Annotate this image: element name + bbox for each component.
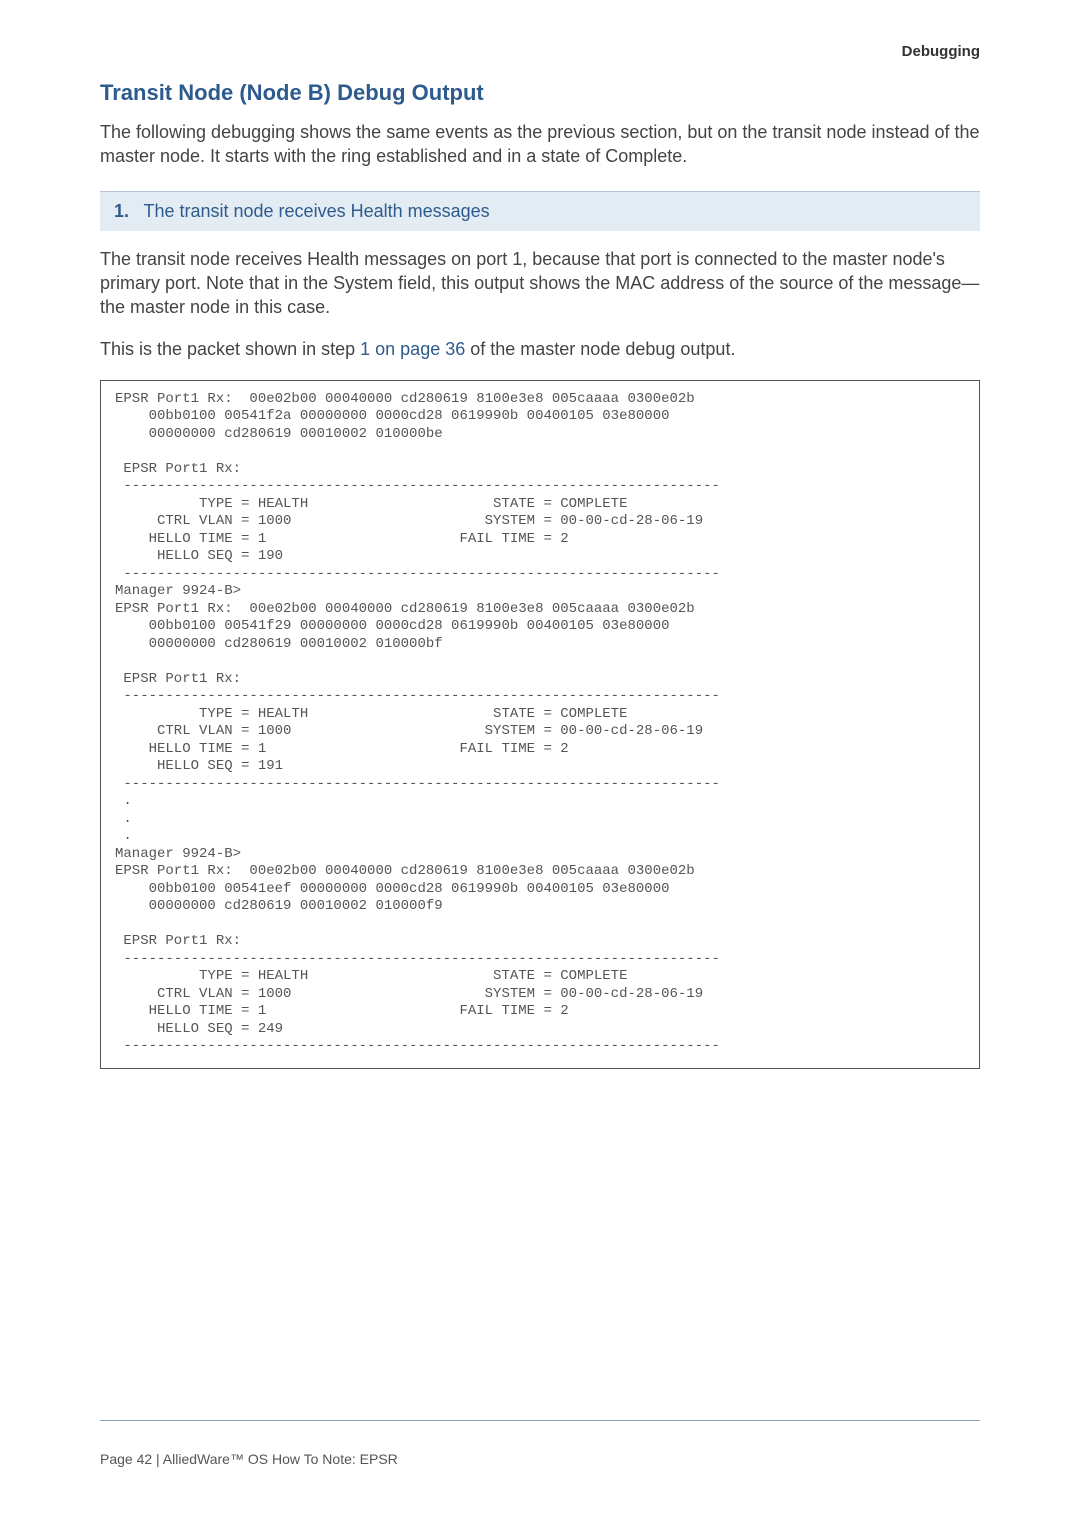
step-label: The transit node receives Health message… (143, 201, 489, 221)
para2-pre: This is the packet shown in step (100, 339, 360, 359)
step-heading: 1. The transit node receives Health mess… (100, 191, 980, 231)
footer-text: Page 42 | AlliedWare™ OS How To Note: EP… (100, 1451, 980, 1467)
intro-paragraph: The following debugging shows the same e… (100, 120, 980, 169)
console-output: EPSR Port1 Rx: 00e02b00 00040000 cd28061… (100, 380, 980, 1069)
para2-post: of the master node debug output. (465, 339, 735, 359)
paragraph-1: The transit node receives Health message… (100, 247, 980, 320)
step-number: 1. (114, 201, 129, 221)
section-title: Transit Node (Node B) Debug Output (100, 80, 980, 106)
page-footer: Page 42 | AlliedWare™ OS How To Note: EP… (100, 1420, 980, 1467)
cross-ref-link[interactable]: 1 on page 36 (360, 339, 465, 359)
header-section: Debugging (902, 43, 980, 60)
paragraph-2: This is the packet shown in step 1 on pa… (100, 337, 980, 361)
